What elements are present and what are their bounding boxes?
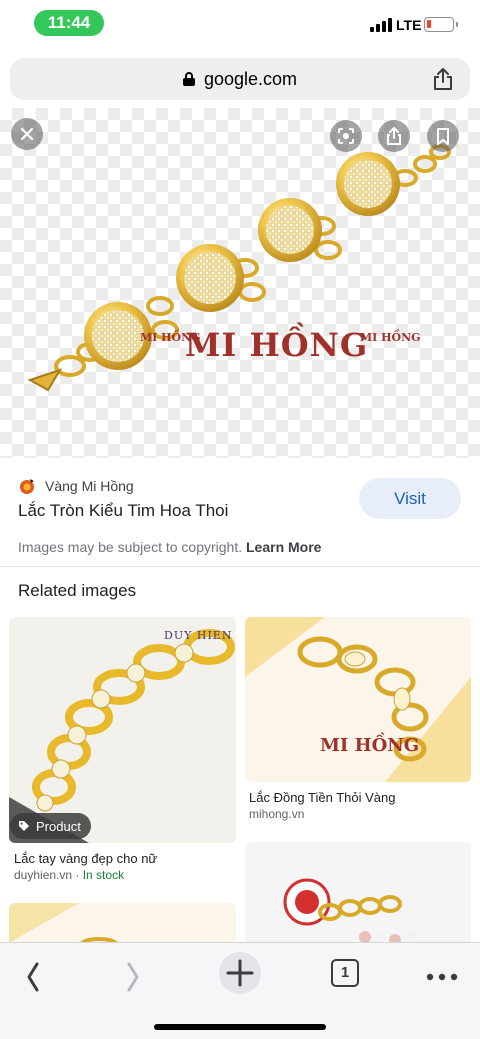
divider (0, 566, 480, 567)
home-indicator (154, 1024, 326, 1030)
lock-icon (182, 72, 195, 86)
close-icon (20, 127, 34, 141)
url-text: google.com (203, 68, 298, 89)
share-icon (387, 126, 401, 145)
battery-icon (424, 17, 458, 32)
watermark-small-right: MI HỒNG (360, 331, 421, 344)
related-card-domain: mihong.vn (249, 807, 305, 821)
related-card-image[interactable]: MI HỒNG (245, 617, 471, 782)
close-button[interactable] (11, 118, 43, 150)
signal-icon (370, 18, 392, 32)
bracelet-image (27, 144, 451, 392)
status-time: 11:44 (34, 10, 104, 36)
image-title[interactable]: Lắc Tròn Kiểu Tim Hoa Thoi (18, 501, 228, 521)
status-bar: 11:44 LTE (0, 0, 480, 48)
product-badge-label: Product (36, 818, 81, 834)
network-type: LTE (396, 17, 422, 33)
new-tab-plus-icon (219, 952, 261, 994)
source-site[interactable]: Vàng Mi Hồng (18, 475, 134, 497)
related-heading: Related images (18, 581, 137, 600)
more-button[interactable] (420, 955, 464, 999)
visit-button[interactable]: Visit (359, 478, 461, 519)
duyhien-logo: DUY HIEN (164, 629, 233, 642)
save-button[interactable] (427, 120, 459, 152)
forward-arrow-icon (127, 962, 139, 992)
stock-status: In stock (82, 868, 125, 882)
lens-button[interactable] (330, 120, 362, 152)
preview-image[interactable]: MI HỒNG MI HỒNG MI HỒNG (0, 108, 480, 458)
related-card-image[interactable]: DUY HIEN (9, 617, 236, 843)
more-icon (426, 973, 458, 981)
related-card-title[interactable]: Lắc Đồng Tiền Thỏi Vàng (249, 790, 395, 805)
bracelet-thumbnail (9, 629, 235, 843)
copyright-text: Images may be subject to copyright. (18, 539, 243, 555)
learn-more-link[interactable]: Learn More (246, 539, 321, 555)
related-card-meta: duyhien.vn · In stock (14, 868, 125, 882)
related-card-title[interactable]: Lắc tay vàng đẹp cho nữ (14, 851, 157, 866)
lens-icon (338, 128, 354, 144)
copyright-notice: Images may be subject to copyright. Lear… (18, 539, 321, 555)
new-tab-button[interactable] (218, 951, 262, 995)
forward-button[interactable] (112, 955, 156, 999)
tag-icon (19, 821, 29, 831)
address-bar[interactable]: google.com (10, 58, 470, 100)
watermark-text: MI HỒNG (320, 735, 420, 756)
share-icon[interactable] (432, 67, 454, 91)
source-name: Vàng Mi Hồng (45, 478, 134, 494)
site-favicon-icon (20, 479, 34, 494)
back-button[interactable] (10, 955, 54, 999)
tabs-button[interactable]: 1 (331, 959, 359, 987)
product-badge: Product (10, 813, 91, 839)
share-image-button[interactable] (378, 120, 410, 152)
watermark-text: MI HỒNG (185, 326, 369, 364)
bookmark-icon (437, 128, 449, 145)
back-arrow-icon (27, 962, 39, 992)
bracelet-thumbnail (245, 617, 471, 782)
related-card-domain: duyhien.vn (14, 868, 73, 882)
